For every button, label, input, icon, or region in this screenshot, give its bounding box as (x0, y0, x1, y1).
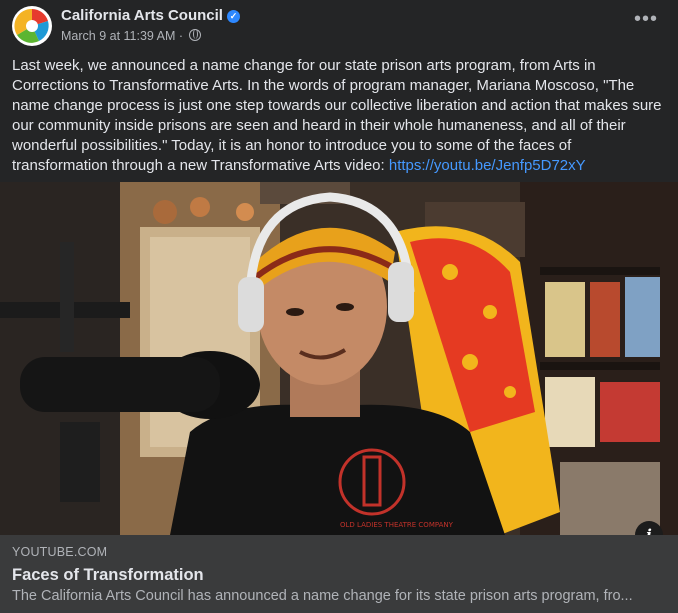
post-timestamp[interactable]: March 9 at 11:39 AM (61, 29, 175, 43)
link-title[interactable]: Faces of Transformation (12, 566, 204, 585)
link-domain: YOUTUBE.COM (12, 545, 108, 559)
youtube-link[interactable]: https://youtu.be/Jenfp5D72xY (389, 157, 586, 174)
shirt-text: OLD LADIES THEATRE COMPANY (340, 521, 454, 529)
meta-separator: · (175, 29, 187, 43)
globe-icon (188, 29, 201, 41)
post-body: Last week, we announced a name change fo… (12, 56, 662, 176)
more-options-icon[interactable]: ••• (632, 9, 660, 36)
page-avatar[interactable] (12, 6, 52, 46)
verified-badge-icon: ✓ (226, 10, 240, 23)
link-preview[interactable]: YOUTUBE.COM Faces of Transformation The … (0, 535, 678, 613)
video-frame-illustration: OLD LADIES THEATRE COMPANY (0, 182, 678, 535)
page-name[interactable]: California Arts Council ✓ (61, 7, 240, 24)
california-arts-council-logo (13, 7, 51, 45)
post-meta: March 9 at 11:39 AM · (61, 29, 201, 43)
link-description: The California Arts Council has announce… (12, 588, 633, 604)
post-header: California Arts Council ✓ March 9 at 11:3… (0, 0, 678, 50)
page-name-text[interactable]: California Arts Council (61, 7, 223, 24)
video-thumbnail[interactable]: OLD LADIES THEATRE COMPANY (0, 182, 678, 535)
